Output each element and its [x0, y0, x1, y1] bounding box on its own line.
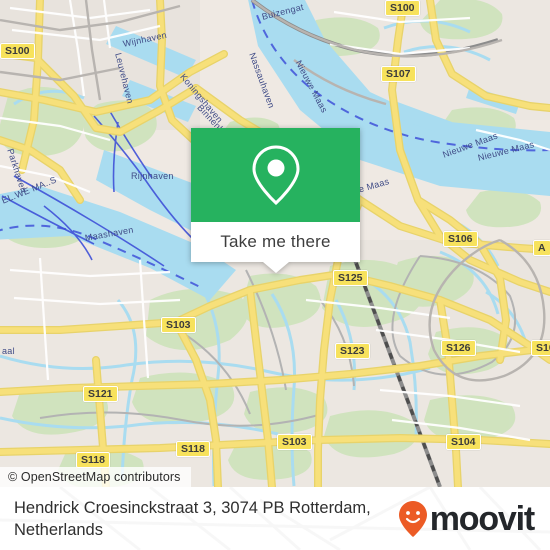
road-shield: S118	[76, 452, 110, 468]
road-shield: S118	[176, 441, 210, 457]
address-text: Hendrick Croesinckstraat 3, 3074 PB Rott…	[14, 498, 371, 539]
road-shield: S103	[277, 434, 312, 450]
road-shield: S107	[381, 66, 416, 82]
location-popup[interactable]: Take me there	[191, 128, 360, 273]
popup-icon-area	[191, 128, 360, 222]
road-shield: S103	[161, 317, 196, 333]
osm-attribution-text: © OpenStreetMap contributors	[8, 470, 181, 484]
road-shield: S104	[446, 434, 481, 450]
road-shield: S121	[83, 386, 118, 402]
road-shield: S100	[385, 0, 420, 16]
road-shield: S126	[441, 340, 476, 356]
map-pin-icon	[251, 145, 300, 206]
road-shield: S106	[443, 231, 478, 247]
take-me-there-label: Take me there	[220, 232, 331, 251]
map-water-label: Rijnhaven	[131, 171, 174, 181]
popup-action-area[interactable]: Take me there	[191, 222, 360, 262]
road-shield: S123	[335, 343, 370, 359]
road-shield: S125	[333, 270, 368, 286]
moovit-wordmark: moovit	[429, 499, 535, 538]
road-shield: S10	[531, 340, 550, 356]
osm-attribution[interactable]: © OpenStreetMap contributors	[0, 467, 191, 487]
road-shield: A	[533, 240, 550, 256]
map-canvas[interactable]: Buizengat Nassauhaven Nieuwe Maas Wijnhaven…	[0, 0, 550, 487]
road-shield: S100	[0, 43, 35, 59]
moovit-logo[interactable]: moovit	[398, 499, 535, 538]
popup-pointer	[262, 262, 289, 273]
moovit-location-card: Buizengat Nassauhaven Nieuwe Maas Wijnhaven…	[0, 0, 550, 550]
map-water-label: aal	[2, 346, 15, 356]
footer-bar: Hendrick Croesinckstraat 3, 3074 PB Rott…	[0, 487, 550, 550]
moovit-pin-smiley-icon	[398, 500, 427, 537]
